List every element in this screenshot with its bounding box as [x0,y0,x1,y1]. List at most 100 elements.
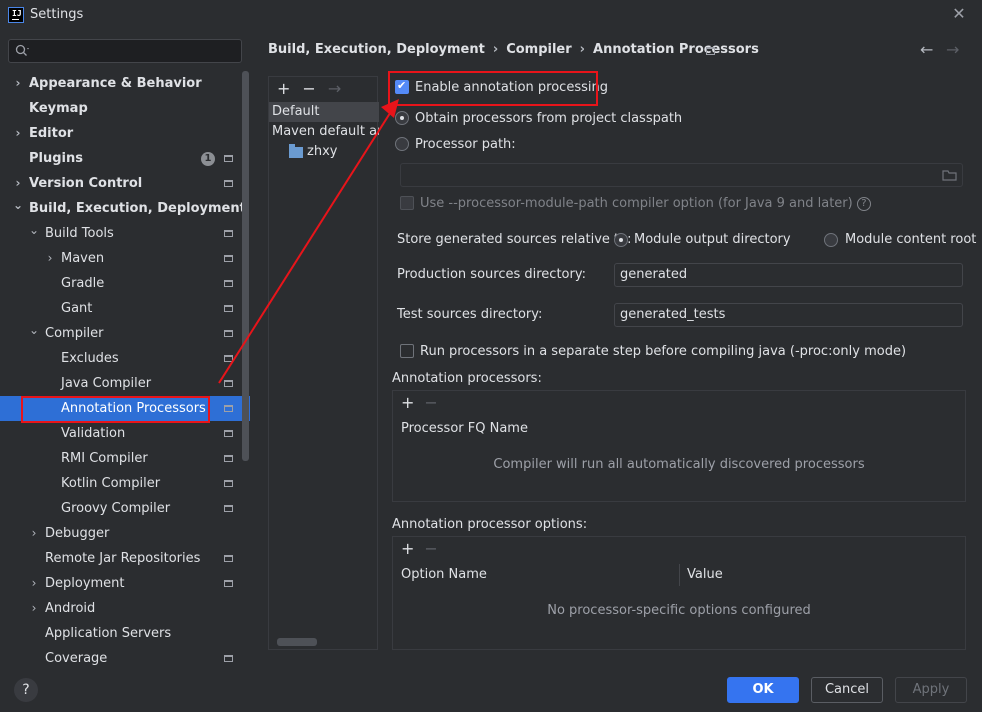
obtain-from-classpath-radio[interactable] [395,111,409,125]
sidebar-item[interactable]: Kotlin Compiler [0,471,242,496]
obtain-from-classpath-label[interactable]: Obtain processors from project classpath [415,111,682,126]
sidebar-item[interactable]: Keymap [0,96,242,121]
back-arrow-icon[interactable]: ← [920,40,933,59]
add-processor-icon[interactable]: + [401,393,414,412]
project-scope-icon [224,555,233,562]
processor-module-path-label: Use --processor-module-path compiler opt… [420,196,871,211]
project-scope-icon [224,355,233,362]
project-scope-icon [224,505,233,512]
sidebar-item-label: Remote Jar Repositories [45,551,201,566]
sidebar-item[interactable]: Plugins 1 [0,146,242,171]
module-output-directory-radio[interactable] [614,233,628,247]
title-bar: IJ Settings ✕ [0,0,982,30]
help-icon[interactable]: ? [856,196,871,211]
close-icon[interactable]: ✕ [948,3,970,25]
chevron-right-icon[interactable]: › [13,171,23,196]
profiles-hscrollbar[interactable] [277,638,317,646]
sidebar-scrollbar[interactable] [242,71,249,461]
sidebar-item-label: Application Servers [45,626,172,641]
chevron-down-icon[interactable]: ⌄ [29,321,39,346]
run-separate-step-label[interactable]: Run processors in a separate step before… [420,344,906,359]
sidebar-item[interactable]: › Deployment [0,571,242,596]
profile-module-item[interactable]: zhxy [269,142,379,162]
chevron-right-icon[interactable]: › [29,571,39,596]
production-sources-field[interactable]: generated [614,263,963,287]
sidebar-item-label: Maven [61,251,105,266]
settings-tree: › Appearance & Behavior Keymap › Editor Plugi… [0,71,250,671]
option-name-header[interactable]: Option Name [401,567,487,582]
sidebar-item[interactable]: Excludes [0,346,242,371]
sidebar-item-label: Groovy Compiler [61,501,171,516]
sidebar-item-label: Gant [61,301,93,316]
apply-button[interactable]: Apply [895,677,967,703]
chevron-right-icon[interactable]: › [45,246,55,271]
cancel-button[interactable]: Cancel [811,677,883,703]
sidebar-item[interactable]: › Editor [0,121,242,146]
store-generated-label: Store generated sources relative to: [397,232,632,247]
project-scope-icon [224,430,233,437]
sidebar-item-label: RMI Compiler [61,451,148,466]
breadcrumb-item-compiler[interactable]: Compiler [506,42,571,57]
sidebar-item[interactable]: Validation [0,421,242,446]
project-scope-icon [224,180,233,187]
forward-arrow-icon[interactable]: → [946,40,959,59]
run-separate-step-checkbox[interactable] [400,344,414,358]
sidebar-item[interactable]: ⌄ Build, Execution, Deployment [0,196,246,221]
sidebar-item[interactable]: Gant [0,296,242,321]
chevron-right-icon[interactable]: › [29,521,39,546]
remove-processor-icon[interactable]: − [424,393,437,412]
chevron-right-icon[interactable]: › [13,71,23,96]
chevron-right-icon[interactable]: › [13,121,23,146]
sidebar-item[interactable]: › Android [0,596,242,621]
sidebar-item-label: Build, Execution, Deployment [29,201,246,216]
annotation-highlight-box [21,396,210,423]
add-profile-icon[interactable]: + [277,79,290,98]
sidebar-item[interactable]: RMI Compiler [0,446,242,471]
sidebar-item[interactable]: ⌄ Compiler [0,321,242,346]
sidebar-item[interactable]: Gradle [0,271,242,296]
processor-path-label[interactable]: Processor path: [415,137,516,152]
sidebar-item-label: Keymap [29,101,88,116]
processor-fq-name-header[interactable]: Processor FQ Name [401,421,528,436]
module-label: zhxy [307,144,338,159]
test-sources-field[interactable]: generated_tests [614,303,963,327]
project-scope-icon [224,455,233,462]
sidebar-item-label: Coverage [45,651,108,666]
add-option-icon[interactable]: + [401,539,414,558]
help-button[interactable]: ? [14,678,38,702]
remove-option-icon[interactable]: − [424,539,437,558]
folder-icon[interactable] [942,168,958,182]
chevron-down-icon[interactable]: ⌄ [13,196,23,221]
update-count-badge: 1 [201,152,215,166]
options-toolbar: + − [401,539,438,558]
breadcrumb-separator: › [579,42,586,57]
sidebar-item[interactable]: › Version Control [0,171,242,196]
sidebar-item[interactable]: ⌄ Build Tools [0,221,242,246]
module-content-root-label[interactable]: Module content root [845,232,976,247]
settings-search-input[interactable] [8,39,242,63]
sidebar-item[interactable]: Groovy Compiler [0,496,242,521]
profile-item-maven-default[interactable]: Maven default annotation processors prof… [269,122,379,142]
sidebar-item[interactable]: Remote Jar Repositories [0,546,242,571]
processor-path-radio[interactable] [395,137,409,151]
processor-path-field[interactable] [400,163,963,187]
move-to-icon[interactable]: → [328,79,341,98]
column-divider[interactable] [679,564,680,586]
sidebar-item[interactable]: Java Compiler [0,371,242,396]
sidebar-item[interactable]: Coverage [0,646,242,671]
chevron-right-icon[interactable]: › [29,596,39,621]
sidebar-item[interactable]: › Appearance & Behavior [0,71,242,96]
ok-button[interactable]: OK [727,677,799,703]
option-value-header[interactable]: Value [687,567,723,582]
module-output-directory-label[interactable]: Module output directory [634,232,791,247]
sidebar-item[interactable]: Application Servers [0,621,242,646]
chevron-down-icon[interactable]: ⌄ [29,221,39,246]
processor-module-path-checkbox[interactable] [400,196,414,210]
sidebar-item[interactable]: › Debugger [0,521,242,546]
project-scope-icon [706,47,715,55]
sidebar-item[interactable]: › Maven [0,246,242,271]
module-content-root-radio[interactable] [824,233,838,247]
remove-profile-icon[interactable]: − [302,79,315,98]
profile-item-default[interactable]: Default [269,102,379,122]
breadcrumb-item-build[interactable]: Build, Execution, Deployment [268,42,485,57]
